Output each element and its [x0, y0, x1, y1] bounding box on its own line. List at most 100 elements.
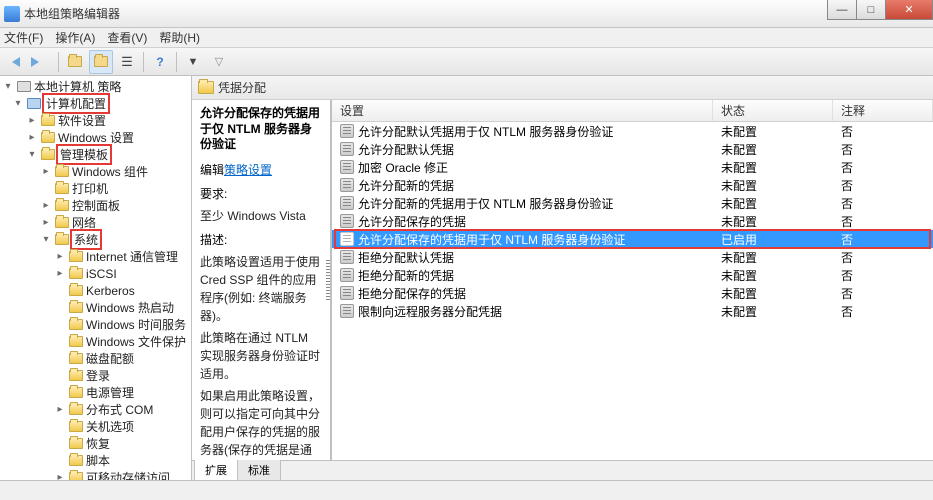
- tree-internet_mgmt[interactable]: Internet 通信管理: [86, 248, 178, 265]
- folder-icon: [69, 336, 83, 347]
- menu-view[interactable]: 查看(V): [107, 29, 147, 46]
- show-tree-button[interactable]: [89, 50, 113, 74]
- filter-button[interactable]: ▼: [181, 50, 205, 74]
- policy-row[interactable]: 拒绝分配默认凭据 未配置否: [332, 248, 933, 266]
- policy-row[interactable]: 允许分配保存的凭据用于仅 NTLM 服务器身份验证已启用否: [332, 230, 933, 248]
- policy-state: 未配置: [713, 123, 833, 140]
- up-level-button[interactable]: [63, 50, 87, 74]
- window-title: 本地组策略编辑器: [24, 5, 120, 22]
- preview-title: 允许分配保存的凭据用于仅 NTLM 服务器身份验证: [200, 106, 322, 153]
- preview-desc-3: 如果启用此策略设置，则可以指定可向其中分配用户保存的凭据的服务器(保存的凭据是通…: [200, 387, 322, 460]
- tree-iscsi[interactable]: iSCSI: [86, 267, 117, 281]
- computer-icon: [27, 98, 41, 109]
- tree-control-panel[interactable]: 控制面板: [72, 197, 120, 214]
- folder-icon: [69, 285, 83, 296]
- policy-row[interactable]: 允许分配保存的凭据 未配置否: [332, 212, 933, 230]
- nav-back-button[interactable]: [4, 50, 28, 74]
- preview-req-value: 至少 Windows Vista: [200, 207, 322, 225]
- policy-state: 已启用: [713, 231, 833, 248]
- tree-windows-components[interactable]: Windows 组件: [72, 163, 148, 180]
- folder-icon: [69, 268, 83, 279]
- folder-icon: [55, 234, 69, 245]
- minimize-button[interactable]: —: [827, 0, 857, 20]
- maximize-button[interactable]: □: [856, 0, 886, 20]
- funnel-icon: ▼: [188, 56, 199, 68]
- tree-disk_quota[interactable]: 磁盘配额: [86, 350, 134, 367]
- policy-icon: [340, 142, 354, 156]
- splitter-handle[interactable]: [326, 260, 330, 300]
- policy-name: 拒绝分配默认凭据: [358, 249, 454, 266]
- policy-state: 未配置: [713, 285, 833, 302]
- col-state[interactable]: 状态: [713, 100, 833, 121]
- policy-list[interactable]: 设置 状态 注释 允许分配默认凭据用于仅 NTLM 服务器身份验证未配置否允许分…: [332, 100, 933, 460]
- tree-kerberos[interactable]: Kerberos: [86, 284, 135, 298]
- policy-row[interactable]: 拒绝分配新的凭据未配置否: [332, 266, 933, 284]
- tree-admin-templates[interactable]: 管理模板: [56, 144, 112, 165]
- col-comment[interactable]: 注释: [833, 100, 933, 121]
- navigation-tree[interactable]: ▾本地计算机 策略 ▾计算机配置 ▸软件设置 ▸Windows 设置 ▾管理模板…: [0, 76, 192, 480]
- folder-icon: [69, 455, 83, 466]
- tree-computer-config[interactable]: 计算机配置: [42, 93, 110, 114]
- policy-row[interactable]: 拒绝分配保存的凭据未配置否: [332, 284, 933, 302]
- breadcrumb-title: 凭据分配: [218, 79, 266, 96]
- policy-state: 未配置: [713, 213, 833, 230]
- policy-icon: [340, 232, 354, 246]
- policy-name: 允许分配保存的凭据: [358, 213, 466, 230]
- policy-icon: [340, 268, 354, 282]
- folder-icon: [69, 438, 83, 449]
- tree-software-settings[interactable]: 软件设置: [58, 112, 106, 129]
- menu-help[interactable]: 帮助(H): [159, 29, 200, 46]
- tree-logon[interactable]: 登录: [86, 367, 110, 384]
- policy-row[interactable]: 允许分配默认凭据未配置否: [332, 140, 933, 158]
- view-tabs: 扩展 标准: [192, 460, 933, 480]
- policy-row[interactable]: 允许分配默认凭据用于仅 NTLM 服务器身份验证未配置否: [332, 122, 933, 140]
- menu-action[interactable]: 操作(A): [55, 29, 95, 46]
- help-icon: ?: [156, 55, 163, 69]
- tree-shutdown_opts[interactable]: 关机选项: [86, 418, 134, 435]
- filter-options-button[interactable]: ▽: [207, 50, 231, 74]
- tab-standard[interactable]: 标准: [237, 459, 281, 480]
- policy-root-icon: [17, 81, 31, 92]
- status-bar: [0, 480, 933, 500]
- tab-extended[interactable]: 扩展: [194, 459, 238, 480]
- tree-time_service[interactable]: Windows 时间服务: [86, 316, 186, 333]
- tree-power_mgmt[interactable]: 电源管理: [86, 384, 134, 401]
- tree-file_protect[interactable]: Windows 文件保护: [86, 333, 186, 350]
- tree-recovery[interactable]: 恢复: [86, 435, 110, 452]
- tree-hot_start[interactable]: Windows 热启动: [86, 299, 174, 316]
- policy-icon: [340, 124, 354, 138]
- tree-dcom[interactable]: 分布式 COM: [86, 401, 153, 418]
- policy-row[interactable]: 限制向远程服务器分配凭据未配置否: [332, 302, 933, 320]
- close-button[interactable]: ✕: [885, 0, 933, 20]
- policy-row[interactable]: 允许分配新的凭据未配置否: [332, 176, 933, 194]
- policy-row[interactable]: 加密 Oracle 修正未配置否: [332, 158, 933, 176]
- nav-forward-button[interactable]: [30, 50, 54, 74]
- policy-row[interactable]: 允许分配新的凭据用于仅 NTLM 服务器身份验证未配置否: [332, 194, 933, 212]
- folder-icon: [55, 200, 69, 211]
- policy-comment: 否: [833, 213, 933, 230]
- folder-icon: [69, 319, 83, 330]
- toolbar: ☰ ? ▼ ▽: [0, 48, 933, 76]
- col-setting[interactable]: 设置: [332, 100, 713, 121]
- tree-printers[interactable]: 打印机: [72, 180, 108, 197]
- app-icon: [4, 6, 20, 22]
- policy-name: 允许分配默认凭据: [358, 141, 454, 158]
- tree-system[interactable]: 系统: [70, 229, 102, 250]
- tree-removable_storage[interactable]: 可移动存储访问: [86, 469, 170, 480]
- policy-comment: 否: [833, 285, 933, 302]
- properties-button[interactable]: ☰: [115, 50, 139, 74]
- menu-file[interactable]: 文件(F): [4, 29, 43, 46]
- policy-name: 允许分配默认凭据用于仅 NTLM 服务器身份验证: [358, 123, 613, 140]
- policy-icon: [340, 250, 354, 264]
- edit-policy-link[interactable]: 策略设置: [224, 163, 272, 177]
- folder-icon: [198, 81, 214, 94]
- arrow-right-icon: [31, 57, 53, 67]
- policy-state: 未配置: [713, 249, 833, 266]
- tree-scripts[interactable]: 脚本: [86, 452, 110, 469]
- folder-icon: [41, 132, 55, 143]
- breadcrumb: 凭据分配: [192, 76, 933, 100]
- policy-comment: 否: [833, 249, 933, 266]
- help-button[interactable]: ?: [148, 50, 172, 74]
- preview-desc-label: 描述:: [200, 231, 322, 249]
- policy-comment: 否: [833, 267, 933, 284]
